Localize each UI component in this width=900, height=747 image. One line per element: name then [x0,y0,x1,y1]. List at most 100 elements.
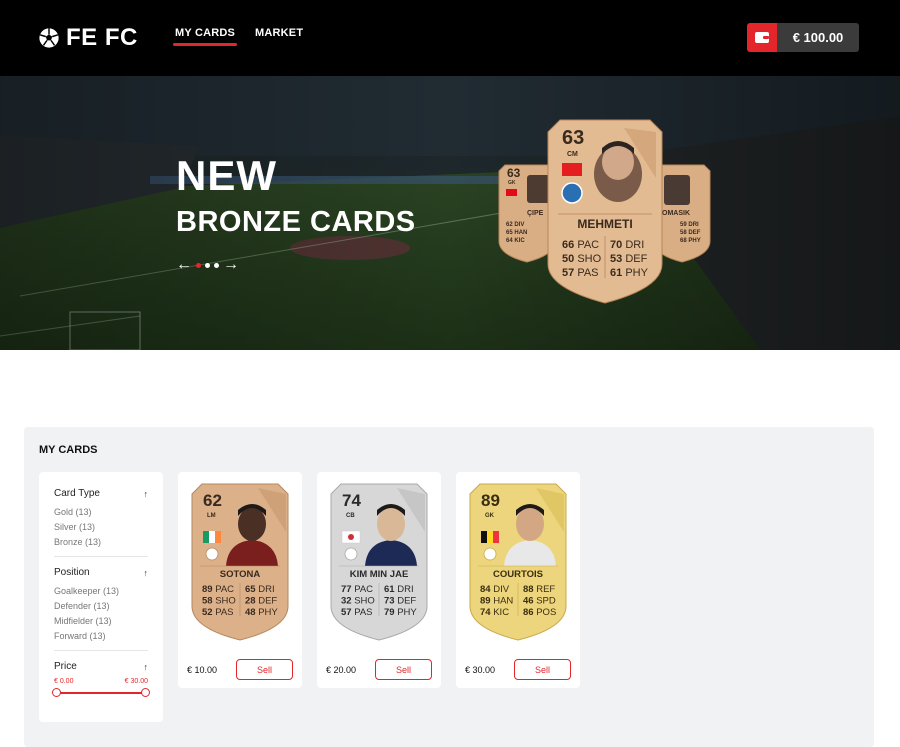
chevron-up-icon[interactable]: ↑ [144,662,149,672]
player-card-tile[interactable]: 74 CB KIM MIN JAE 77 PAC 32 SHO 57 PAS 61 … [317,472,441,688]
filter-option-midfielder[interactable]: Midfielder (13) [54,614,148,629]
svg-text:61 DRI: 61 DRI [384,584,414,595]
filter-option-silver[interactable]: Silver (13) [54,520,148,535]
svg-text:59 DRI: 59 DRI [680,222,699,228]
filter-option-goalkeeper[interactable]: Goalkeeper (13) [54,584,148,599]
stat-label: PAS [354,607,372,618]
player-card-tile[interactable]: 89 GK COURTOIS 84 DIV 89 HAN 74 KIC 88 REF… [456,472,580,688]
section-title: MY CARDS [39,444,98,456]
soccer-ball-icon [39,28,59,48]
player-card-bronze[interactable]: 62 LM SOTONA 89 PAC58 SHO52 PAS 65 DRI28… [190,482,290,642]
card-position: CB [346,513,355,519]
stat-value: 89 [480,596,491,607]
carousel-dot-2[interactable] [205,262,210,268]
price-slider-max-handle[interactable] [141,688,150,697]
price-range-slider[interactable] [52,688,150,698]
stat-label: DIV [493,584,510,595]
player-card-silver[interactable]: 74 CB KIM MIN JAE 77 PAC32 SHO57 PAS 61 … [329,482,429,642]
stat-value: 32 [341,596,352,607]
arrow-right-icon[interactable]: → [223,257,239,273]
svg-text:32 SHO: 32 SHO [341,596,375,607]
filter-option-defender[interactable]: Defender (13) [54,599,148,614]
stat-value: 48 [245,607,256,618]
card-player-name: KIM MIN JAE [350,569,409,580]
stat-value: 65 [245,584,256,595]
svg-text:68 PHY: 68 PHY [680,238,701,244]
stat-value: 28 [245,596,256,607]
player-card-gold[interactable]: 89 GK COURTOIS 84 DIV89 HAN74 KIC 88 REF… [468,482,568,642]
featured-center-name: MEHMETI [577,217,632,231]
logo-text: FE FC [66,24,138,51]
filter-card-type-header[interactable]: Card Type ↑ [54,488,148,499]
svg-text:77 PAC: 77 PAC [341,584,373,595]
stat-label: PHY [258,607,278,618]
stat-label: PHY [397,607,417,618]
price-slider-min-handle[interactable] [52,688,61,697]
carousel-dot-3[interactable] [214,262,219,268]
wallet-balance-button[interactable]: € 100.00 [747,23,859,52]
featured-center-rating: 63 [562,127,584,149]
price-max-label: € 30.00 [124,678,148,685]
svg-text:88 REF: 88 REF [523,584,555,595]
stat-value: 46 [523,596,534,607]
my-cards-panel: MY CARDS Card Type ↑ Gold (13) Silver (1… [24,427,874,747]
svg-text:58 SHO: 58 SHO [202,596,236,607]
svg-text:61 PHY: 61 PHY [610,267,649,279]
svg-text:65 HAN: 65 HAN [506,230,527,236]
filter-sidebar: Card Type ↑ Gold (13) Silver (13) Bronze… [39,472,163,722]
carousel-dot-1[interactable] [196,262,201,268]
card-position: LM [207,513,216,519]
svg-text:66 PAC: 66 PAC [562,239,599,251]
svg-text:58 DEF: 58 DEF [680,230,701,236]
card-player-name: SOTONA [220,569,261,580]
nav-market[interactable]: MARKET [255,27,303,39]
stat-value: 57 [341,607,352,618]
stat-value: 89 [202,584,213,595]
stat-value: 88 [523,584,534,595]
featured-left-stat-2: 65 [506,230,513,236]
filter-price-header[interactable]: Price ↑ [54,661,148,672]
stat-value: 73 [384,596,395,607]
featured-center-stat-5: 53 [610,253,622,265]
sell-button[interactable]: Sell [514,659,571,680]
card-rating: 74 [342,491,361,510]
filter-price: Price ↑ € 0.00 € 30.00 [52,661,150,704]
stat-label: REF [536,584,555,595]
card-rating: 89 [481,491,500,510]
featured-left-stat-3: 64 [506,238,513,244]
stat-value: 58 [202,596,213,607]
filter-option-forward[interactable]: Forward (13) [54,629,148,644]
svg-text:70 DRI: 70 DRI [610,239,644,251]
stat-label: DEF [258,596,277,607]
featured-center-stat-4: 70 [610,239,622,251]
chevron-up-icon[interactable]: ↑ [144,568,149,578]
stat-value: 86 [523,607,534,618]
card-player-name: COURTOIS [493,569,543,580]
stat-label: POS [536,607,556,618]
arrow-left-icon[interactable]: ← [176,257,192,273]
svg-text:79 PHY: 79 PHY [384,607,417,618]
sell-button[interactable]: Sell [375,659,432,680]
svg-text:84 DIV: 84 DIV [480,584,510,595]
sell-button[interactable]: Sell [236,659,293,680]
filter-option-bronze[interactable]: Bronze (13) [54,535,148,550]
stadium-background-image [0,76,900,350]
price-slider-track [57,692,145,694]
stat-label: KIC [493,607,509,618]
filter-position-header[interactable]: Position ↑ [54,567,148,578]
svg-text:57 PAS: 57 PAS [341,607,373,618]
featured-left-rating: 63 [507,166,521,180]
svg-text:86 POS: 86 POS [523,607,556,618]
filter-option-gold[interactable]: Gold (13) [54,505,148,520]
stat-label: PAC [215,584,234,595]
chevron-up-icon[interactable]: ↑ [144,489,149,499]
nav-my-cards[interactable]: MY CARDS [172,27,238,46]
featured-left-stat-1: 62 [506,222,513,228]
featured-right-stat-2: 58 [680,230,687,236]
player-card-tile[interactable]: 62 LM SOTONA 89 PAC 58 SHO 52 PAS 65 DRI 28… [178,472,302,688]
stat-label: SHO [354,596,375,607]
stat-label: SHO [215,596,236,607]
logo[interactable]: FE FC [38,24,138,52]
card-price: € 10.00 [187,665,218,675]
wallet-amount: € 100.00 [777,23,859,52]
